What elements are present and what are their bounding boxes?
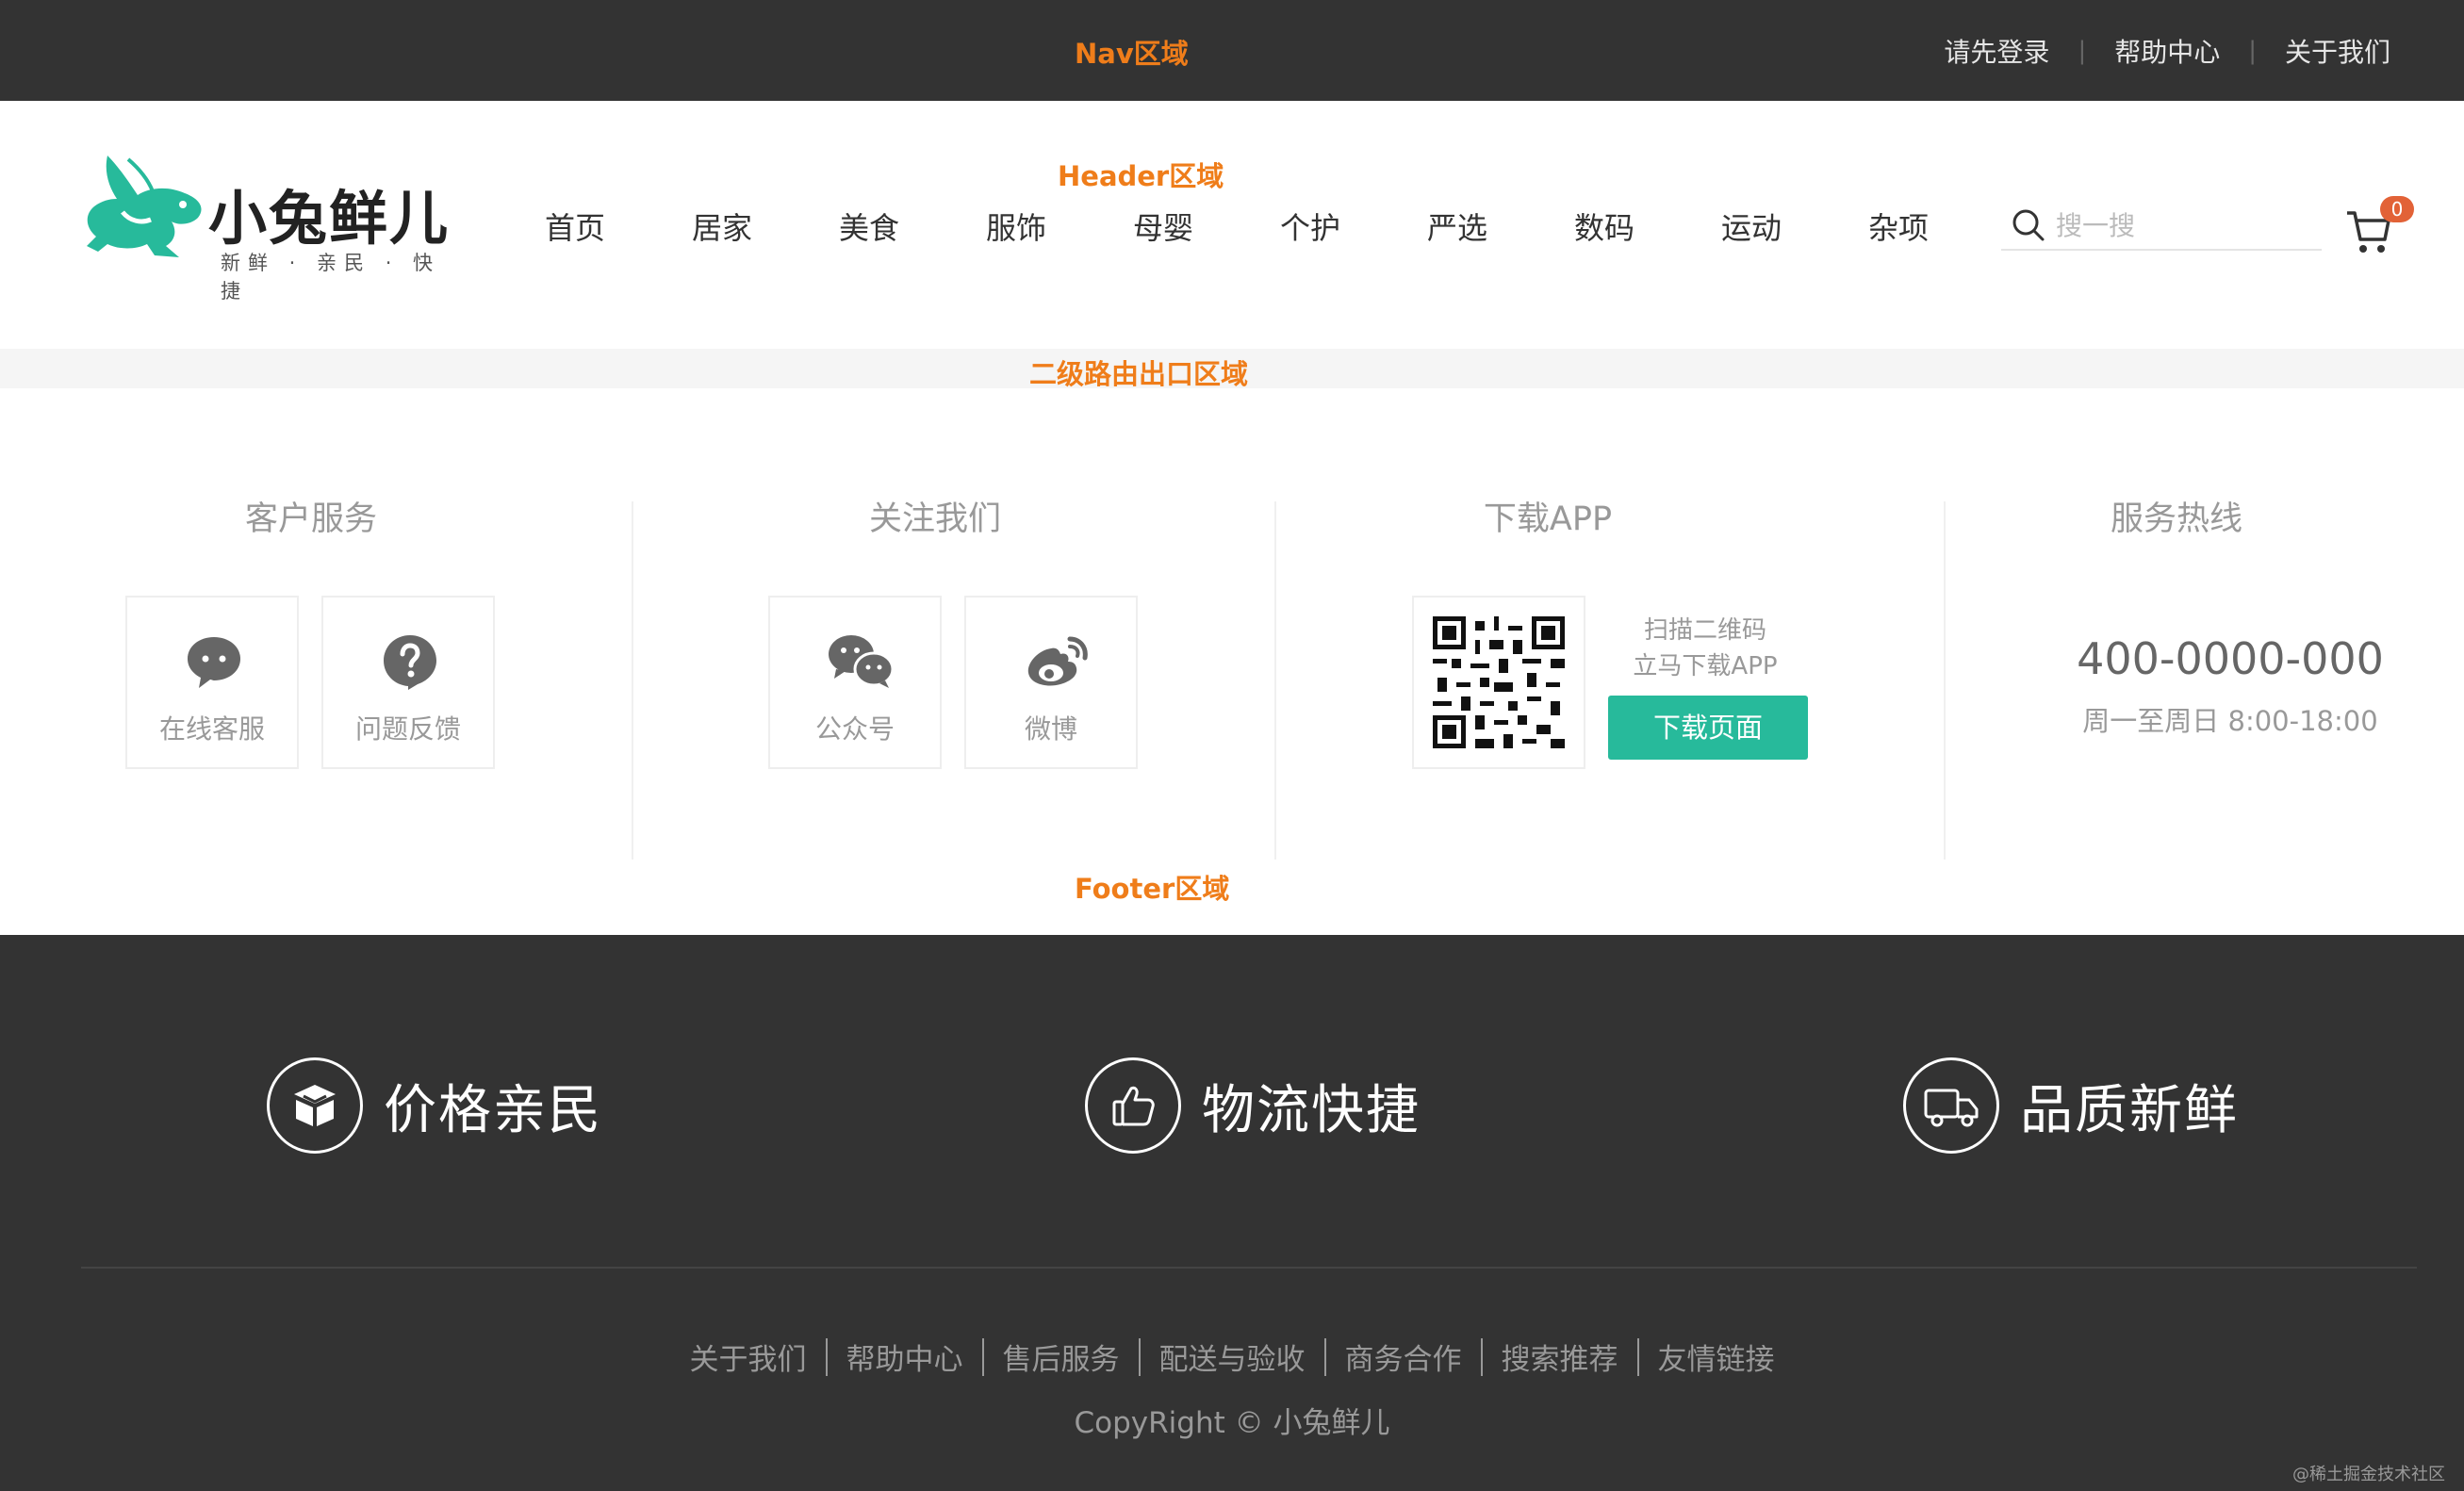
cart-count-badge: 0: [2380, 196, 2414, 222]
menu-item-selected[interactable]: 严选: [1384, 205, 1531, 248]
top-nav: 请先登录 | 帮助中心 | 关于我们: [0, 0, 2464, 101]
promise-quality: 品质新鲜: [1903, 1057, 2239, 1154]
separator: |: [2248, 36, 2257, 65]
feedback-button[interactable]: 问题反馈: [321, 596, 495, 769]
footer-link-about[interactable]: 关于我们: [671, 1335, 826, 1378]
truck-icon: [1924, 1089, 1979, 1127]
section-title: 服务热线: [2110, 500, 2242, 538]
column-divider: [1944, 501, 1946, 860]
section-title: 关注我们: [868, 500, 1001, 538]
footer-links: 关于我们 帮助中心 售后服务 配送与验收 商务合作 搜索推荐 友情链接: [0, 1335, 2464, 1378]
weibo-icon: [1027, 636, 1088, 686]
footer-area-annotation: Footer区域: [1075, 873, 1230, 905]
column-divider: [1274, 501, 1276, 860]
menu-item-sports[interactable]: 运动: [1678, 205, 1825, 248]
box-label: 在线客服: [158, 713, 265, 745]
promise-price: 价格亲民: [267, 1057, 602, 1154]
box-label: 公众号: [814, 713, 895, 745]
search-icon: [2012, 209, 2045, 241]
login-link[interactable]: 请先登录: [1944, 32, 2049, 70]
copyright: CopyRight © 小兔鲜儿: [1074, 1406, 1390, 1440]
footer-link-business[interactable]: 商务合作: [1326, 1335, 1481, 1378]
box-icon: [294, 1085, 336, 1126]
logo-text: 小兔鲜儿: [208, 184, 451, 253]
search-box: [2001, 202, 2322, 251]
qr-code: [1412, 596, 1585, 769]
menu-item-apparel[interactable]: 服饰: [943, 205, 1090, 248]
footer-link-after-sales[interactable]: 售后服务: [984, 1335, 1139, 1378]
menu-item-home-living[interactable]: 居家: [649, 205, 796, 248]
outlet-area-annotation: 二级路由出口区域: [1029, 358, 1249, 390]
promise-icon-circle: [1085, 1057, 1181, 1154]
header-area-annotation: Header区域: [1058, 160, 1224, 192]
online-service-button[interactable]: 在线客服: [125, 596, 299, 769]
menu-item-personal-care[interactable]: 个护: [1237, 205, 1384, 248]
wechat-account-button[interactable]: 公众号: [768, 596, 942, 769]
download-app-section: 下载APP 扫描二维码 立马下载APP 下载页面: [1284, 492, 1944, 852]
cart-button[interactable]: 0: [2345, 196, 2414, 253]
header: 小兔鲜儿 新鲜 · 亲民 · 快捷 首页 居家 美食 服饰 母婴 个护 严选 数…: [0, 101, 2464, 348]
footer-link-search[interactable]: 搜索推荐: [1483, 1335, 1637, 1378]
nav-area-annotation: Nav区域: [1075, 38, 1189, 70]
download-page-button[interactable]: 下载页面: [1608, 696, 1808, 760]
weibo-button[interactable]: 微博: [964, 596, 1138, 769]
search-input[interactable]: [2056, 209, 2301, 241]
promise-label: 品质新鲜: [2020, 1079, 2239, 1141]
hotline-number: 400-0000-000: [2077, 633, 2384, 684]
footer-bottom: 价格亲民 物流快捷 品质新鲜 关于我们 帮助中心 售后服务 配送与验收 商务合作…: [0, 935, 2464, 1491]
service-hours: 周一至周日 8:00-18:00: [2082, 705, 2378, 737]
qr-code-icon: [1433, 616, 1565, 748]
box-label: 问题反馈: [354, 713, 461, 745]
follow-us-section: 关注我们 公众号 微博: [641, 492, 1263, 852]
chat-bubble-icon: [188, 637, 240, 688]
qr-hint-line2: 立马下载APP: [1633, 652, 1778, 680]
menu-item-digital[interactable]: 数码: [1531, 205, 1678, 248]
logo-slogan: 新鲜 · 亲民 · 快捷: [221, 252, 441, 303]
rabbit-logo-icon: [87, 156, 202, 257]
question-icon: [384, 635, 436, 690]
promise-label: 物流快捷: [1202, 1079, 1421, 1141]
promise-label: 价格亲民: [384, 1079, 602, 1141]
promise-icon-circle: [1903, 1057, 1999, 1154]
help-center-link[interactable]: 帮助中心: [2114, 32, 2220, 70]
watermark: @稀土掘金技术社区: [2292, 1465, 2445, 1484]
menu-item-baby[interactable]: 母婴: [1090, 205, 1237, 248]
footer-link-friends[interactable]: 友情链接: [1639, 1335, 1794, 1378]
qr-hint-line1: 扫描二维码: [1643, 616, 1766, 645]
hotline-section: 服务热线 400-0000-000 周一至周日 8:00-18:00: [1953, 492, 2464, 852]
menu-item-home[interactable]: 首页: [501, 205, 649, 248]
menu-item-misc[interactable]: 杂项: [1825, 205, 1972, 248]
menu-item-food[interactable]: 美食: [796, 205, 943, 248]
main-menu: 首页 居家 美食 服饰 母婴 个护 严选 数码 运动 杂项: [501, 205, 1972, 248]
promise-logistics: 物流快捷: [1085, 1057, 1421, 1154]
promise-icon-circle: [267, 1057, 363, 1154]
section-title: 客户服务: [244, 500, 377, 538]
footer-link-delivery[interactable]: 配送与验收: [1141, 1335, 1324, 1378]
section-title: 下载APP: [1483, 500, 1613, 538]
wechat-icon: [829, 635, 895, 688]
top-nav-links: 请先登录 | 帮助中心 | 关于我们: [1944, 0, 2390, 101]
footer-divider: [81, 1267, 2417, 1269]
logo[interactable]: 小兔鲜儿 新鲜 · 亲民 · 快捷: [81, 146, 458, 303]
separator: |: [2078, 36, 2087, 65]
customer-service-section: 客户服务 在线客服 问题反馈: [0, 492, 622, 852]
box-label: 微博: [1024, 713, 1077, 745]
column-divider: [632, 501, 633, 860]
footer-contact: 客户服务 在线客服 问题反馈 关注我们 公众号 微博 下载APP 扫描二维码 立…: [0, 388, 2464, 935]
about-us-link[interactable]: 关于我们: [2285, 32, 2390, 70]
thumbs-up-icon: [1112, 1086, 1155, 1126]
footer-link-help[interactable]: 帮助中心: [828, 1335, 982, 1378]
